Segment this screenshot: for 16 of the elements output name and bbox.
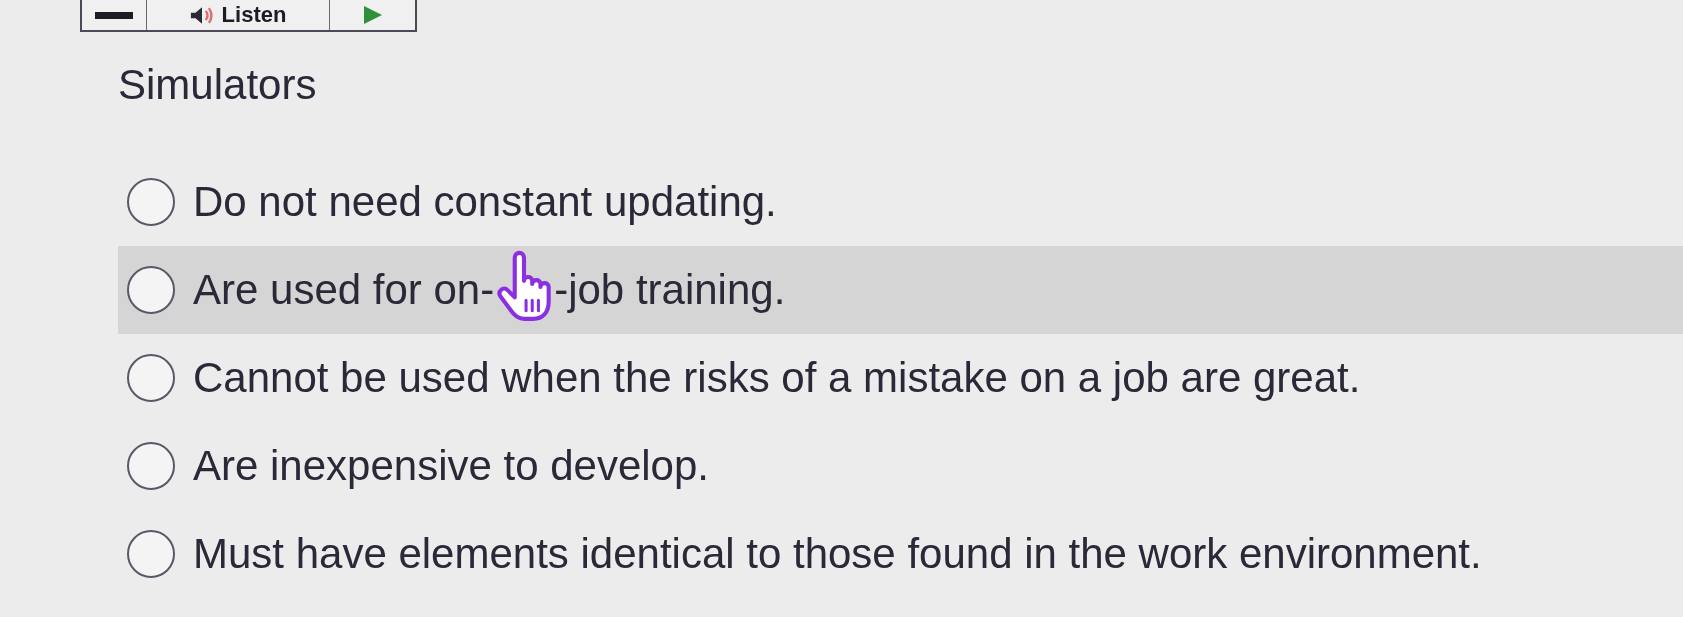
play-icon: [363, 6, 382, 24]
option-text: Cannot be used when the risks of a mistake on a job are great.: [193, 354, 1361, 402]
highlighted-option-row[interactable]: Are used for on- -job training.: [118, 246, 1683, 334]
radio-button[interactable]: [127, 354, 175, 402]
question-title: Simulators: [118, 61, 317, 109]
option-text: Must have elements identical to those found in the work environment.: [193, 530, 1482, 578]
radio-button[interactable]: [127, 530, 175, 578]
minus-icon: [95, 11, 133, 19]
option-text: Are used for on-: [193, 266, 495, 314]
option-text: -job training.: [554, 266, 786, 314]
speaker-icon: [189, 5, 214, 25]
radio-button[interactable]: [127, 178, 175, 226]
radio-button[interactable]: [127, 266, 175, 314]
option-text: Are inexpensive to develop.: [193, 442, 709, 490]
radio-button[interactable]: [127, 442, 175, 490]
option-text: Do not need constant updating.: [193, 178, 777, 226]
